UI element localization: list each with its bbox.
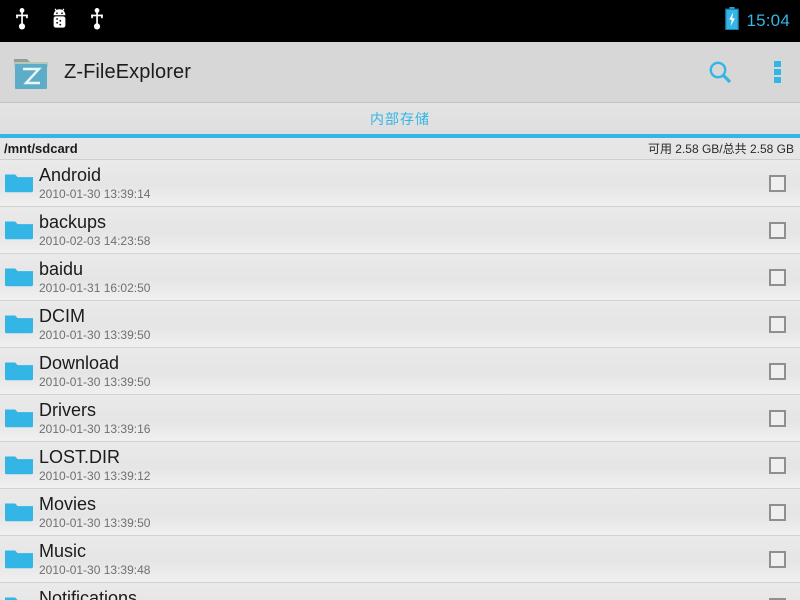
file-date: 2010-02-03 14:23:58 xyxy=(39,233,151,248)
file-select-checkbox[interactable] xyxy=(769,362,786,380)
file-date: 2010-01-30 13:39:50 xyxy=(39,515,151,530)
file-date: 2010-01-30 13:39:50 xyxy=(39,374,151,389)
folder-icon xyxy=(4,453,34,477)
status-bar: 15:04 xyxy=(0,0,800,42)
file-list[interactable]: Android 2010-01-30 13:39:14 backups 2010-02… xyxy=(0,160,800,600)
current-path[interactable]: /mnt/sdcard xyxy=(4,141,78,156)
table-row[interactable]: LOST.DIR 2010-01-30 13:39:12 xyxy=(0,442,800,489)
folder-icon xyxy=(4,594,34,600)
file-select-checkbox[interactable] xyxy=(769,550,786,568)
folder-icon xyxy=(4,171,34,195)
file-date: 2010-01-31 16:02:50 xyxy=(39,280,151,295)
file-name: Notifications xyxy=(39,587,138,600)
file-name: DCIM xyxy=(39,305,85,326)
folder-icon xyxy=(4,500,34,524)
table-row[interactable]: Drivers 2010-01-30 13:39:16 xyxy=(0,395,800,442)
file-row-text: Download 2010-01-30 13:39:50 xyxy=(39,353,150,390)
file-select-checkbox[interactable] xyxy=(769,409,786,427)
file-name: Movies xyxy=(39,493,97,514)
folder-icon xyxy=(4,359,34,383)
table-row[interactable]: backups 2010-02-03 14:23:58 xyxy=(0,207,800,254)
file-select-checkbox[interactable] xyxy=(769,503,786,521)
folder-icon xyxy=(4,265,34,289)
file-select-checkbox[interactable] xyxy=(769,456,786,474)
folder-icon xyxy=(4,312,34,336)
table-row[interactable]: Download 2010-01-30 13:39:50 xyxy=(0,348,800,395)
file-name: Download xyxy=(39,352,120,373)
tab-internal-storage[interactable]: 内部存储 xyxy=(370,109,430,129)
file-date: 2010-01-30 13:39:50 xyxy=(39,327,151,342)
file-name: Android xyxy=(39,164,102,185)
file-row-text: DCIM 2010-01-30 13:39:50 xyxy=(39,306,150,343)
file-row-text: backups 2010-02-03 14:23:58 xyxy=(39,212,150,249)
app-title: Z-FileExplorer xyxy=(64,60,191,83)
file-row-text: Drivers 2010-01-30 13:39:16 xyxy=(39,400,150,437)
app-folder-z-icon xyxy=(12,53,50,91)
battery-charging-icon xyxy=(725,7,740,35)
file-row-text: Android 2010-01-30 13:39:14 xyxy=(39,165,150,202)
file-date: 2010-01-30 13:39:48 xyxy=(39,562,151,577)
path-bar: /mnt/sdcard 可用 2.58 GB/总共 2.58 GB xyxy=(0,138,800,160)
file-row-text: baidu 2010-01-31 16:02:50 xyxy=(39,259,150,296)
android-debug-icon xyxy=(51,8,68,35)
status-bar-notification-icons xyxy=(14,7,105,35)
file-name: baidu xyxy=(39,258,84,279)
app-screen: 15:04 Z-FileExplorer 内部存储 /mnt/sdcard 可用… xyxy=(0,0,800,600)
table-row[interactable]: baidu 2010-01-31 16:02:50 xyxy=(0,254,800,301)
storage-info: 可用 2.58 GB/总共 2.58 GB xyxy=(647,142,794,156)
file-name: backups xyxy=(39,211,107,232)
file-name: LOST.DIR xyxy=(39,446,121,467)
file-date: 2010-01-30 13:39:12 xyxy=(39,468,151,483)
table-row[interactable]: DCIM 2010-01-30 13:39:50 xyxy=(0,301,800,348)
file-select-checkbox[interactable] xyxy=(769,268,786,286)
action-bar: Z-FileExplorer xyxy=(0,42,800,103)
file-select-checkbox[interactable] xyxy=(769,174,786,192)
file-name: Drivers xyxy=(39,399,96,420)
status-bar-system-icons: 15:04 xyxy=(725,7,790,35)
folder-icon xyxy=(4,547,34,571)
file-name: Music xyxy=(39,540,87,561)
search-icon[interactable] xyxy=(707,59,734,86)
file-row-text: Movies 2010-01-30 13:39:50 xyxy=(39,494,150,531)
file-date: 2010-01-30 13:39:16 xyxy=(39,421,151,436)
file-row-text: Notifications2010-01-30 13:39:47 xyxy=(39,588,150,600)
status-bar-clock: 15:04 xyxy=(746,11,790,30)
action-bar-buttons xyxy=(707,59,782,86)
file-row-text: Music 2010-01-30 13:39:48 xyxy=(39,541,150,578)
file-select-checkbox[interactable] xyxy=(769,315,786,333)
table-row[interactable]: Android 2010-01-30 13:39:14 xyxy=(0,160,800,207)
folder-icon xyxy=(4,218,34,242)
file-date: 2010-01-30 13:39:14 xyxy=(39,186,151,201)
table-row[interactable]: Movies 2010-01-30 13:39:50 xyxy=(0,489,800,536)
folder-icon xyxy=(4,406,34,430)
usb-icon xyxy=(14,7,30,35)
table-row[interactable]: Music 2010-01-30 13:39:48 xyxy=(0,536,800,583)
table-row[interactable]: Notifications2010-01-30 13:39:47 xyxy=(0,583,800,600)
file-row-text: LOST.DIR 2010-01-30 13:39:12 xyxy=(39,447,150,484)
tab-bar: 内部存储 xyxy=(0,103,800,134)
overflow-menu-icon[interactable] xyxy=(774,59,782,85)
file-select-checkbox[interactable] xyxy=(769,221,786,239)
usb-icon xyxy=(89,7,105,35)
